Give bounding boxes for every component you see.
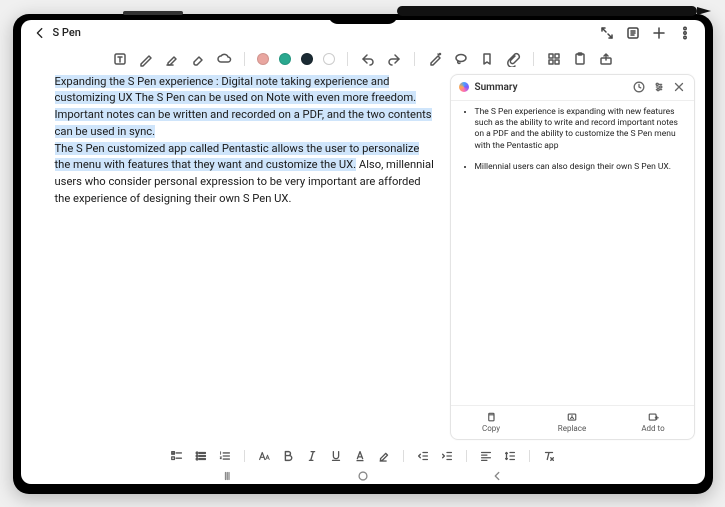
screen: S Pen (21, 20, 705, 484)
color-swatch-4[interactable] (323, 53, 335, 65)
text-tool-icon[interactable] (112, 51, 128, 67)
color-swatch-1[interactable] (257, 53, 269, 65)
bullet-list-icon[interactable] (194, 449, 208, 463)
bold-icon[interactable] (281, 449, 295, 463)
lasso-tool-icon[interactable] (453, 51, 469, 67)
add-icon[interactable] (651, 25, 667, 41)
line-spacing-icon[interactable] (503, 449, 517, 463)
s-pen-stylus (397, 6, 697, 16)
page-title: S Pen (53, 26, 81, 39)
copy-button[interactable]: Copy (451, 406, 532, 439)
indent-increase-icon[interactable] (440, 449, 454, 463)
summary-bullet: The S Pen experience is expanding with n… (475, 107, 682, 153)
summary-actions: Copy Replace Add to (451, 405, 694, 439)
font-color-icon[interactable] (353, 449, 367, 463)
indent-decrease-icon[interactable] (416, 449, 430, 463)
home-button[interactable] (356, 469, 370, 483)
color-swatch-3[interactable] (301, 53, 313, 65)
highlight-color-icon[interactable] (377, 449, 391, 463)
bookmark-icon[interactable] (479, 51, 495, 67)
ai-sparkle-icon (459, 82, 469, 92)
note-paragraph-1: Expanding the S Pen experience : Digital… (55, 75, 432, 138)
tablet-frame: S Pen (13, 14, 713, 494)
back-button[interactable] (33, 26, 47, 40)
summary-body: The S Pen experience is expanding with n… (451, 101, 694, 405)
italic-icon[interactable] (305, 449, 319, 463)
font-size-icon[interactable] (257, 449, 271, 463)
checklist-icon[interactable] (170, 449, 184, 463)
format-toolbar (21, 444, 705, 468)
numbered-list-icon[interactable] (218, 449, 232, 463)
summary-panel: Summary The S Pen experience is expandin… (450, 74, 695, 440)
highlighter-tool-icon[interactable] (164, 51, 180, 67)
summary-title: Summary (475, 82, 518, 93)
templates-icon[interactable] (546, 51, 562, 67)
attach-icon[interactable] (505, 51, 521, 67)
underline-icon[interactable] (329, 449, 343, 463)
replace-button[interactable]: Replace (532, 406, 613, 439)
eraser-tool-icon[interactable] (190, 51, 206, 67)
replace-label: Replace (558, 424, 586, 433)
clipboard-icon[interactable] (572, 51, 588, 67)
editor-area: Expanding the S Pen experience : Digital… (21, 72, 705, 444)
redo-icon[interactable] (386, 51, 402, 67)
camera-notch (328, 14, 398, 24)
expand-icon[interactable] (599, 25, 615, 41)
back-nav-button[interactable] (490, 469, 504, 483)
ai-tool-icon[interactable] (427, 51, 443, 67)
cloud-tool-icon[interactable] (216, 51, 232, 67)
summary-settings-icon[interactable] (652, 80, 666, 94)
recents-button[interactable] (222, 469, 236, 483)
summary-header: Summary (451, 75, 694, 101)
system-nav-bar (21, 468, 705, 484)
summary-bullet: Millennial users can also design their o… (475, 162, 682, 173)
pen-toolbar (21, 46, 705, 72)
clear-format-icon[interactable] (542, 449, 556, 463)
summary-close-icon[interactable] (672, 80, 686, 94)
more-icon[interactable] (677, 25, 693, 41)
summary-history-icon[interactable] (632, 80, 646, 94)
power-button (123, 11, 183, 15)
align-icon[interactable] (479, 449, 493, 463)
pen-tool-icon[interactable] (138, 51, 154, 67)
share-icon[interactable] (598, 51, 614, 67)
addto-label: Add to (641, 424, 664, 433)
undo-icon[interactable] (360, 51, 376, 67)
addto-button[interactable]: Add to (613, 406, 694, 439)
reader-mode-icon[interactable] (625, 25, 641, 41)
color-swatch-2[interactable] (279, 53, 291, 65)
copy-label: Copy (482, 424, 500, 433)
note-body[interactable]: Expanding the S Pen experience : Digital… (55, 74, 442, 440)
